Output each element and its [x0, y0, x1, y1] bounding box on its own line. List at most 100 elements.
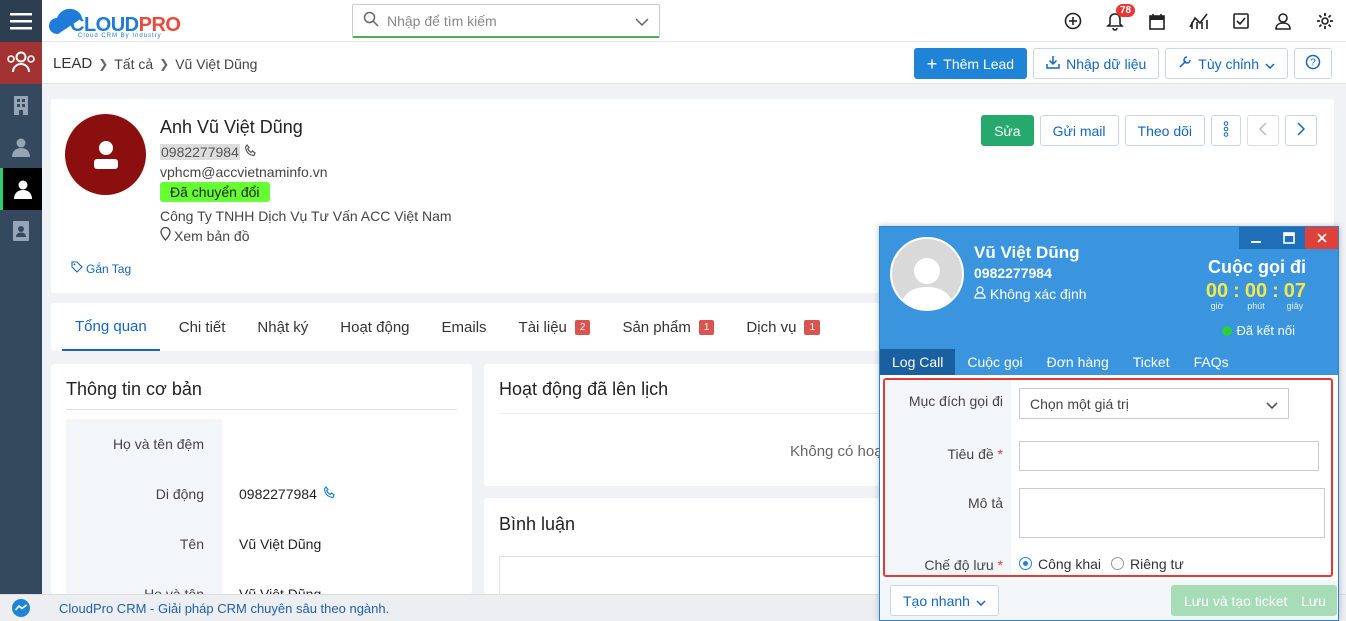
plus-icon: +	[926, 53, 938, 74]
brand-logo[interactable]: CLOUDPRO Cloud CRM By Industry	[48, 6, 198, 39]
lead-phone: 0982277984	[160, 144, 257, 160]
previous-record-button[interactable]	[1247, 115, 1279, 146]
field-value[interactable]: 0982277984	[222, 486, 336, 502]
add-lead-button[interactable]: + Thêm Lead	[913, 48, 1028, 79]
close-icon[interactable]	[1305, 227, 1338, 249]
quick-create-label: Tạo nhanh	[903, 592, 970, 609]
radio-private[interactable]: Riêng tư	[1111, 556, 1184, 572]
chevron-down-icon[interactable]	[635, 13, 649, 29]
import-button[interactable]: Nhập dữ liệu	[1033, 48, 1160, 79]
menu-icon[interactable]	[0, 0, 42, 42]
map-pin-icon	[160, 226, 171, 244]
messenger-icon[interactable]	[0, 598, 42, 618]
lead-person-icon[interactable]	[0, 168, 42, 210]
follow-button[interactable]: Theo dõi	[1124, 115, 1205, 146]
title-input[interactable]	[1019, 441, 1319, 471]
more-options-button[interactable]	[1211, 115, 1241, 146]
tab-products[interactable]: Sản phẩm 1	[609, 303, 727, 351]
field-label: Di động	[66, 469, 222, 519]
bell-icon[interactable]: 78	[1094, 0, 1136, 42]
panel-title: Thông tin cơ bản	[66, 379, 202, 399]
chart-icon[interactable]	[1178, 0, 1220, 42]
call-popup-header: Vũ Việt Dũng 0982277984 Không xác định C…	[880, 227, 1338, 349]
timer-minutes: 00	[1244, 280, 1268, 302]
tab-log[interactable]: Nhật ký	[244, 303, 321, 351]
tab-label: Tài liệu	[518, 318, 567, 336]
document-person-icon[interactable]	[0, 210, 42, 252]
form-row-mode: Chế độ lưu * Công khai Riêng tư	[885, 544, 1331, 575]
save-and-create-ticket-button[interactable]: Lưu và tạo ticket	[1171, 585, 1301, 616]
window-controls	[1239, 227, 1338, 249]
tab-documents[interactable]: Tài liệu 2	[506, 303, 604, 351]
breadcrumb-record: Vũ Việt Dũng	[175, 55, 258, 72]
log-call-form: Mục đích gọi đi Chọn một giá trị Tiêu đề…	[883, 378, 1333, 577]
purpose-select-value: Chọn một giá trị	[1030, 395, 1129, 412]
task-check-icon[interactable]	[1220, 0, 1262, 42]
call-timer: 00 giờ : 00 phút : 07 giây	[1205, 280, 1306, 311]
divider	[66, 409, 457, 410]
field-value-text: Vũ Việt Dũng	[239, 536, 322, 552]
required-mark: *	[997, 557, 1003, 573]
lead-company: Công Ty TNHH Dịch Vụ Tư Vấn ACC Việt Nam	[160, 208, 452, 224]
next-record-button[interactable]	[1285, 115, 1317, 146]
gear-icon[interactable]	[1304, 0, 1346, 42]
chevron-right-icon: ❯	[159, 56, 170, 71]
tab-activities[interactable]: Hoạt động	[327, 303, 422, 351]
field-value[interactable]: Vũ Việt Dũng	[222, 586, 321, 594]
lead-name: Anh Vũ Việt Dũng	[160, 117, 303, 137]
chevron-down-icon	[976, 593, 986, 609]
tab-ticket[interactable]: Ticket	[1121, 349, 1182, 375]
radio-public[interactable]: Công khai	[1019, 556, 1101, 572]
page-actions: + Thêm Lead Nhập dữ liệu Tùy chỉnh ?	[913, 48, 1332, 79]
calendar-icon[interactable]	[1136, 0, 1178, 42]
view-map-link[interactable]: Xem bản đồ	[160, 226, 250, 244]
title-label-text: Tiêu đề	[947, 446, 994, 462]
breadcrumb-list[interactable]: Tất cả	[114, 56, 153, 72]
tab-services[interactable]: Dịch vụ 1	[733, 303, 833, 351]
contact-icon[interactable]	[0, 126, 42, 168]
comment-input[interactable]	[499, 556, 894, 594]
field-row: Tên Vũ Việt Dũng	[66, 519, 457, 569]
field-value[interactable]: Vũ Việt Dũng	[222, 536, 321, 552]
customize-button[interactable]: Tùy chỉnh	[1165, 48, 1288, 79]
status-badge: Đã chuyển đổi	[160, 182, 270, 202]
tab-calls[interactable]: Cuộc gọi	[955, 349, 1034, 375]
phone-icon[interactable]	[244, 144, 257, 160]
tab-emails[interactable]: Emails	[429, 303, 500, 351]
help-button[interactable]: ?	[1294, 48, 1332, 79]
tab-details[interactable]: Chi tiết	[166, 303, 239, 351]
tab-faqs[interactable]: FAQs	[1182, 349, 1241, 375]
field-value-text: 0982277984	[239, 486, 317, 502]
user-icon[interactable]	[1262, 0, 1304, 42]
tab-label: Hoạt động	[340, 318, 410, 336]
send-mail-button[interactable]: Gửi mail	[1039, 115, 1119, 146]
maximize-icon[interactable]	[1272, 227, 1305, 249]
add-circle-icon[interactable]	[1052, 0, 1094, 42]
description-textarea[interactable]	[1019, 488, 1325, 538]
search-input[interactable]: Nhập để tìm kiếm	[352, 4, 660, 38]
breadcrumb-module[interactable]: LEAD	[53, 55, 92, 72]
save-button[interactable]: Lưu	[1290, 585, 1337, 616]
person-icon	[901, 258, 953, 309]
add-tag-label: Gắn Tag	[86, 261, 132, 276]
connection-status-text: Đã kết nối	[1236, 323, 1295, 338]
empty-state-text: Không có hoạ	[790, 443, 883, 460]
purpose-select[interactable]: Chọn một giá trị	[1019, 388, 1289, 419]
tab-orders[interactable]: Đơn hàng	[1035, 349, 1121, 375]
leads-group-icon[interactable]	[0, 42, 42, 84]
field-label: Họ và tên đệm	[66, 419, 222, 469]
lead-email[interactable]: vphcm@accvietnaminfo.vn	[160, 164, 328, 180]
edit-button[interactable]: Sửa	[981, 115, 1034, 146]
chevron-down-icon	[1266, 396, 1278, 412]
add-tag-link[interactable]: Gắn Tag	[71, 261, 131, 276]
connection-status: Đã kết nối	[1222, 323, 1295, 338]
minimize-icon[interactable]	[1239, 227, 1272, 249]
tab-overview[interactable]: Tổng quan	[62, 303, 160, 351]
tab-label: Emails	[441, 318, 487, 336]
lead-phone-number[interactable]: 0982277984	[160, 144, 240, 160]
field-label: Họ và tên	[66, 569, 222, 594]
phone-icon[interactable]	[323, 486, 336, 502]
building-icon[interactable]	[0, 84, 42, 126]
tab-log-call[interactable]: Log Call	[880, 349, 956, 375]
quick-create-button[interactable]: Tạo nhanh	[890, 585, 999, 616]
